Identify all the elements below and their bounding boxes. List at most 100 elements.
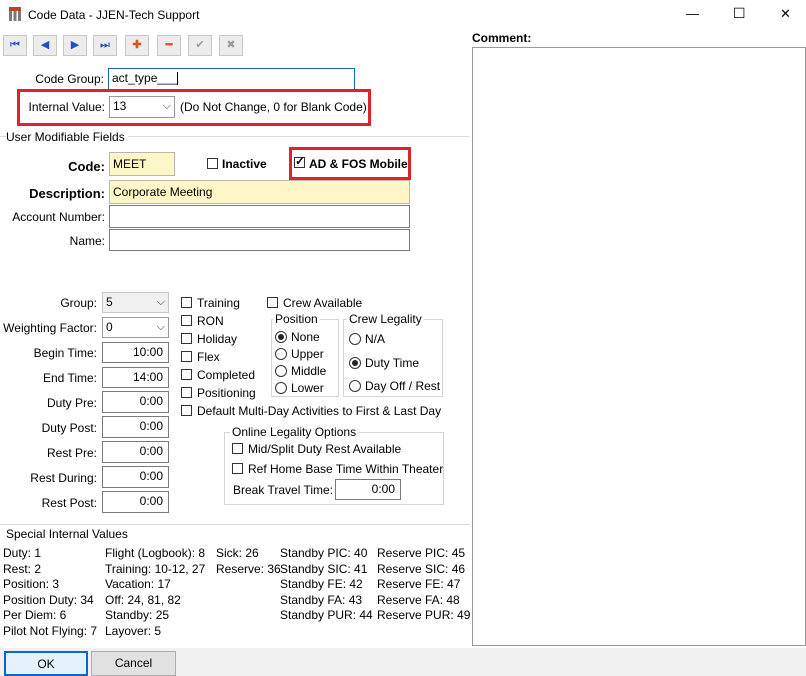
group-combo[interactable]: 5 ⌵: [102, 292, 169, 313]
special-value: Standby FA: 43: [280, 592, 363, 607]
name-field[interactable]: [109, 229, 410, 251]
x-icon: ✖: [226, 39, 236, 51]
special-value: Rest: 2: [3, 561, 42, 576]
special-value: Reserve PIC: 45: [377, 546, 466, 560]
completed-label: Completed: [197, 368, 256, 382]
end-time-value: 14:00: [132, 370, 163, 384]
mid-split-checkbox[interactable]: [232, 443, 243, 454]
position-lower-radio[interactable]: [275, 382, 287, 394]
ron-label: RON: [197, 314, 224, 328]
ref-home-base-checkbox[interactable]: [232, 463, 243, 474]
chevron-down-icon: ⌵: [156, 296, 165, 308]
special-col-3: Sick: 26 Reserve: 36: [216, 546, 281, 577]
close-icon[interactable]: ✕: [780, 6, 791, 22]
position-none-radio[interactable]: [275, 331, 287, 343]
position-middle-radio[interactable]: [275, 365, 287, 377]
ron-checkbox[interactable]: [181, 315, 192, 326]
plus-icon: ✚: [132, 39, 142, 51]
ok-button[interactable]: OK: [4, 651, 88, 676]
duty-post-value: 0:00: [139, 419, 163, 433]
internal-value-combo[interactable]: 13 ⌵: [109, 96, 175, 118]
code-label: Code:: [68, 159, 105, 174]
begin-time-field[interactable]: 10:00: [102, 342, 169, 363]
internal-value-value: 13: [113, 99, 127, 113]
special-value: Off: 24, 81, 82: [105, 592, 181, 607]
duty-pre-value: 0:00: [139, 394, 163, 408]
description-label: Description:: [29, 186, 105, 201]
begin-time-value: 10:00: [132, 345, 163, 359]
break-travel-field[interactable]: 0:00: [335, 479, 401, 500]
crew-legality-duty-radio[interactable]: [349, 357, 361, 369]
group-label: Group:: [60, 296, 97, 310]
title-bar: Code Data - JJEN-Tech Support — ☐ ✕: [0, 0, 806, 30]
description-value: Corporate Meeting: [113, 185, 213, 199]
duty-pre-field[interactable]: 0:00: [102, 391, 169, 413]
special-value: Sick: 26: [216, 546, 259, 560]
special-value: Position: 3: [3, 577, 60, 591]
rest-during-field[interactable]: 0:00: [102, 466, 169, 488]
first-record-button[interactable]: ⏮: [3, 35, 27, 56]
special-value: Pilot Not Flying: 7: [3, 623, 98, 638]
group-value: 5: [106, 295, 113, 309]
inactive-label: Inactive: [222, 157, 267, 171]
weighting-factor-combo[interactable]: 0 ⌵: [102, 317, 169, 338]
first-record-icon: ⏮: [10, 39, 20, 51]
default-multi-day-checkbox[interactable]: [181, 405, 192, 416]
position-lower-label: Lower: [291, 381, 324, 395]
account-number-label: Account Number:: [12, 210, 105, 224]
special-value: Standby PIC: 40: [280, 546, 368, 560]
duty-post-field[interactable]: 0:00: [102, 416, 169, 438]
internal-value-hint: (Do Not Change, 0 for Blank Code): [180, 100, 367, 114]
special-value: Reserve PUR: 49: [377, 608, 471, 622]
maximize-icon[interactable]: ☐: [733, 5, 746, 22]
crew-available-checkbox[interactable]: [267, 297, 278, 308]
confirm-button[interactable]: ✔: [188, 35, 212, 56]
special-value: Standby FE: 42: [280, 577, 363, 591]
training-checkbox[interactable]: [181, 297, 192, 308]
rest-pre-field[interactable]: 0:00: [102, 441, 169, 463]
crew-available-label: Crew Available: [283, 296, 363, 310]
special-col-2: Flight (Logbook): 8 Training: 10-12, 27 …: [105, 546, 205, 639]
weighting-factor-value: 0: [106, 320, 113, 334]
name-label: Name:: [69, 234, 105, 248]
crew-legality-dayoff-radio[interactable]: [349, 380, 361, 392]
code-field[interactable]: MEET: [109, 152, 175, 176]
inactive-checkbox[interactable]: [207, 158, 218, 169]
special-value: Standby PUR: 44: [280, 608, 373, 622]
rest-post-field[interactable]: 0:00: [102, 491, 169, 513]
last-record-button[interactable]: ⏭: [93, 35, 117, 56]
account-number-field[interactable]: [109, 205, 410, 228]
special-value: Standby SIC: 41: [280, 561, 368, 576]
chevron-down-icon: ⌵: [162, 100, 171, 112]
special-value: Vacation: 17: [105, 577, 171, 591]
description-field[interactable]: Corporate Meeting: [109, 180, 410, 204]
delete-record-button[interactable]: ━: [157, 35, 181, 56]
special-title: Special Internal Values: [6, 527, 128, 541]
minimize-icon[interactable]: —: [686, 6, 699, 21]
crew-legality-na-radio[interactable]: [349, 333, 361, 345]
cancel-button[interactable]: Cancel: [91, 651, 176, 676]
special-value: Training: 10-12, 27: [105, 561, 206, 576]
flex-checkbox[interactable]: [181, 351, 192, 362]
mid-split-label: Mid/Split Duty Rest Available: [248, 442, 402, 456]
next-record-button[interactable]: ▶: [63, 35, 87, 56]
special-col-1: Duty: 1 Rest: 2 Position: 3 Position Dut…: [3, 546, 97, 639]
comment-textarea[interactable]: [472, 47, 806, 646]
position-upper-radio[interactable]: [275, 348, 287, 360]
holiday-checkbox[interactable]: [181, 333, 192, 344]
end-time-field[interactable]: 14:00: [102, 367, 169, 388]
code-group-field[interactable]: act_type___: [108, 68, 355, 90]
completed-checkbox[interactable]: [181, 369, 192, 380]
prev-record-button[interactable]: ◀: [33, 35, 57, 56]
positioning-checkbox[interactable]: [181, 387, 192, 398]
discard-button[interactable]: ✖: [219, 35, 243, 56]
add-record-button[interactable]: ✚: [125, 35, 149, 56]
comment-label: Comment:: [472, 31, 532, 45]
special-value: Reserve FA: 48: [377, 592, 460, 607]
cancel-label: Cancel: [114, 656, 153, 670]
ref-home-base-label: Ref Home Base Time Within Theater: [248, 462, 444, 476]
duty-post-label: Duty Post:: [41, 421, 97, 435]
special-value: Reserve SIC: 46: [377, 561, 466, 576]
training-label: Training: [197, 296, 240, 310]
ad-fos-checkbox[interactable]: [294, 154, 305, 168]
